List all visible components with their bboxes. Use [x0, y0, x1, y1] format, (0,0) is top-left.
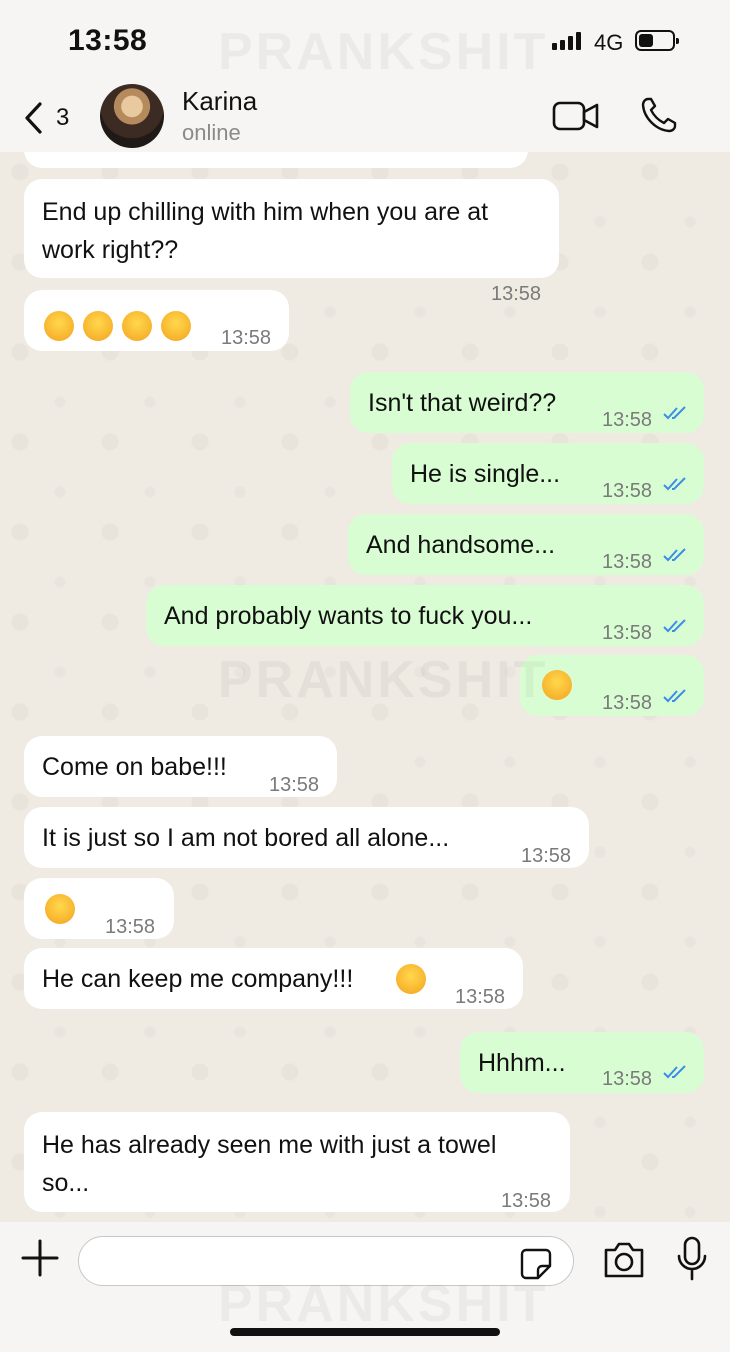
- input-bar: PRANKSHIT: [0, 1222, 730, 1352]
- message-input[interactable]: [78, 1236, 574, 1286]
- signal-icon: [552, 32, 581, 50]
- message-bubble-outgoing[interactable]: And probably wants to fuck you... 13:58: [146, 585, 704, 646]
- message-bubble-partial: [24, 152, 528, 168]
- message-time: 13:58: [602, 692, 653, 714]
- message-text-line: End up chilling with him when you are at: [42, 198, 489, 226]
- message-text-line: He has already seen me with just a towel: [42, 1131, 497, 1159]
- message-text-line: work right??: [42, 236, 179, 264]
- weary-face-emoji: [45, 894, 75, 924]
- message-bubble-incoming[interactable]: It is just so I am not bored all alone..…: [24, 807, 589, 868]
- message-time: 13:58: [491, 283, 542, 305]
- message-bubble-outgoing[interactable]: He is single... 13:58: [392, 443, 704, 504]
- message-text: And probably wants to fuck you...: [164, 602, 533, 630]
- read-ticks-icon: [663, 406, 686, 420]
- message-bubble-outgoing[interactable]: Isn't that weird?? 13:58: [350, 372, 704, 433]
- message-text: And handsome...: [366, 531, 556, 559]
- flushed-face-emoji: [44, 311, 74, 342]
- read-ticks-icon: [663, 477, 686, 491]
- message-time: 13:58: [521, 845, 572, 867]
- grimacing-face-emoji: [542, 670, 572, 700]
- home-indicator[interactable]: [230, 1328, 500, 1336]
- video-call-icon[interactable]: [552, 100, 600, 132]
- message-bubble-incoming[interactable]: End up chilling with him when you are at…: [24, 179, 559, 305]
- message-text: It is just so I am not bored all alone..…: [42, 824, 450, 852]
- message-time: 13:58: [602, 551, 653, 573]
- message-time: 13:58: [602, 622, 653, 644]
- sticker-icon[interactable]: [520, 1248, 552, 1280]
- read-ticks-icon: [663, 1065, 686, 1079]
- message-time: 13:58: [501, 1190, 552, 1212]
- flushed-face-emoji: [83, 311, 113, 342]
- message-bubble-incoming[interactable]: He has already seen me with just a towel…: [24, 1112, 570, 1212]
- status-time: 13:58: [68, 24, 148, 57]
- avatar[interactable]: [100, 84, 164, 148]
- message-text: Come on babe!!!: [42, 753, 227, 781]
- message-text: He can keep me company!!!: [42, 965, 354, 993]
- contact-status: online: [182, 120, 241, 145]
- battery-icon: [635, 30, 679, 51]
- message-text: He is single...: [410, 460, 561, 488]
- message-time: 13:58: [221, 327, 272, 349]
- star-struck-face-emoji: [396, 964, 426, 994]
- message-time: 13:58: [105, 916, 156, 938]
- message-bubble-outgoing[interactable]: Hhhm... 13:58: [460, 1032, 704, 1093]
- message-time: 13:58: [269, 774, 320, 796]
- message-text: Hhhm...: [478, 1049, 566, 1077]
- camera-icon[interactable]: [602, 1240, 646, 1280]
- message-time: 13:58: [602, 480, 653, 502]
- chevron-left-icon: [25, 102, 42, 134]
- microphone-icon[interactable]: [676, 1236, 708, 1282]
- read-ticks-icon: [663, 548, 686, 562]
- message-bubble-incoming[interactable]: He can keep me company!!! 13:58: [24, 948, 523, 1009]
- unread-count: 3: [56, 104, 70, 131]
- hand-over-mouth-emoji: [122, 311, 152, 342]
- chat-header: 3 Karina online: [0, 84, 730, 152]
- back-button[interactable]: 3: [22, 98, 92, 138]
- message-text-line: so...: [42, 1169, 90, 1197]
- network-label: 4G: [594, 30, 624, 55]
- watermark: PRANKSHIT: [218, 650, 548, 710]
- message-time: 13:58: [455, 986, 506, 1008]
- message-bubble-outgoing[interactable]: 13:58: [520, 655, 704, 716]
- status-bar: 13:58 4G PRANKSHIT: [0, 0, 730, 84]
- contact-name[interactable]: Karina: [182, 86, 257, 117]
- hand-over-mouth-emoji: [161, 311, 191, 342]
- plus-icon[interactable]: [20, 1238, 60, 1278]
- message-bubble-outgoing[interactable]: And handsome... 13:58: [348, 514, 704, 575]
- message-bubble-incoming[interactable]: 13:58: [24, 878, 174, 939]
- chat-area[interactable]: End up chilling with him when you are at…: [0, 152, 730, 1222]
- message-time: 13:58: [602, 1068, 653, 1090]
- message-bubble-incoming[interactable]: Come on babe!!! 13:58: [24, 736, 337, 797]
- watermark: PRANKSHIT: [218, 22, 548, 82]
- message-bubble-incoming[interactable]: 13:58: [24, 290, 289, 351]
- read-ticks-icon: [663, 619, 686, 633]
- message-time: 13:58: [602, 409, 653, 431]
- phone-call-icon[interactable]: [640, 96, 678, 134]
- read-ticks-icon: [663, 689, 686, 703]
- message-text: Isn't that weird??: [368, 389, 557, 417]
